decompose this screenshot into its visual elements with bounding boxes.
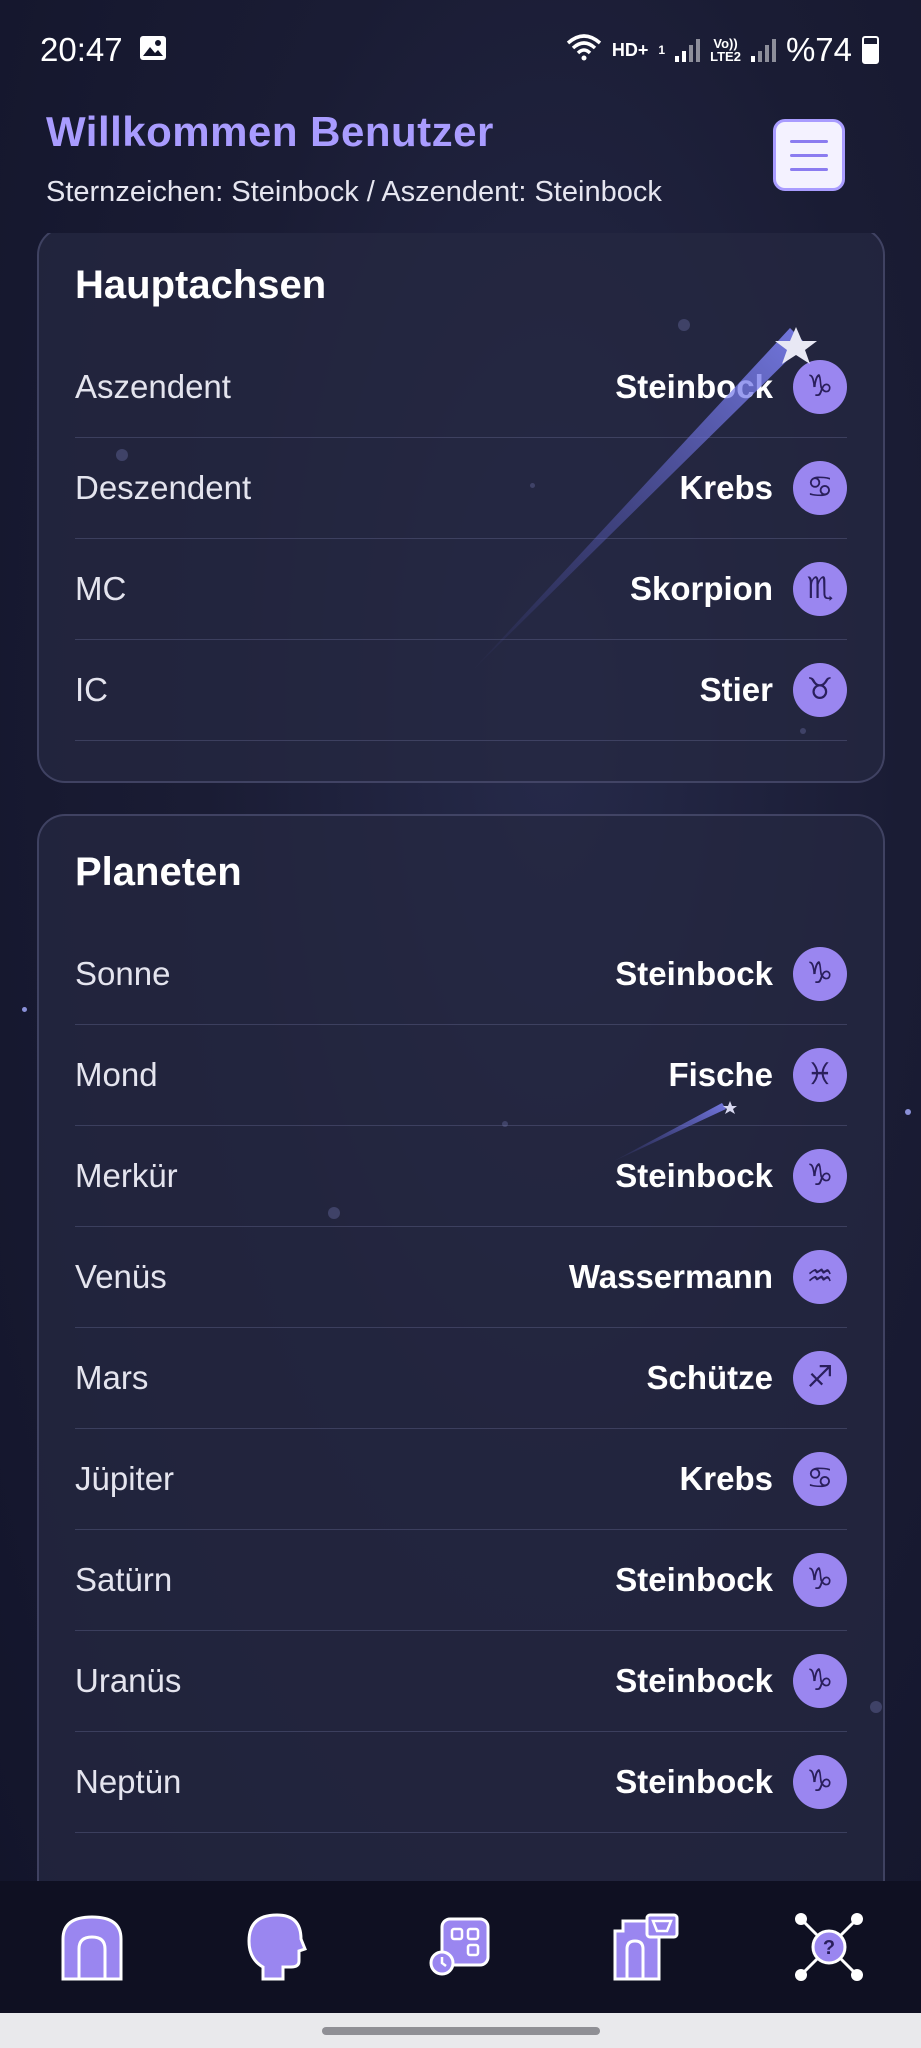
svg-text:?: ?: [823, 1937, 835, 1959]
status-time: 20:47: [40, 31, 123, 68]
shooting-star-decoration: [470, 327, 817, 1163]
battery-percent: %74: [785, 31, 852, 68]
battery-icon: [862, 36, 879, 64]
signal-strength-icon: [675, 38, 701, 62]
gallery-notification-icon: [139, 31, 167, 69]
signal-strength-2-icon: [750, 38, 776, 62]
bottom-navigation: ?: [0, 1881, 921, 2013]
volte-indicator: Vo)) LTE2: [710, 36, 741, 64]
nav-shop[interactable]: [600, 1902, 690, 1992]
hamburger-icon: [790, 139, 828, 143]
wifi-icon: [566, 31, 602, 69]
network-help-icon: ?: [794, 1913, 863, 1981]
page-subtitle: Sternzeichen: Steinbock / Aszendent: Ste…: [46, 176, 662, 208]
nav-profile[interactable]: [231, 1902, 321, 1992]
nav-home[interactable]: [47, 1902, 137, 1992]
shop-icon: [613, 1913, 679, 1981]
header: Willkommen Benutzer Sternzeichen: Steinb…: [46, 108, 866, 209]
hamburger-line: [790, 167, 828, 171]
nav-apps[interactable]: [415, 1902, 505, 1992]
menu-button[interactable]: [773, 119, 845, 191]
hamburger-line: [790, 153, 828, 157]
sim-index-label: 1: [658, 43, 666, 57]
system-home-bar: [0, 2013, 921, 2048]
status-bar: 20:47 HD+ 1 Vo)) LTE2 %74: [0, 0, 921, 100]
head-profile-icon: [247, 1913, 308, 1981]
hd-plus-label: HD+: [611, 40, 649, 60]
scroll-content[interactable]: Hauptachsen Aszendent Steinbock ♑ Deszenden…: [0, 233, 921, 1881]
page-title: Willkommen Benutzer: [46, 108, 494, 155]
apps-grid-icon: [429, 1917, 490, 1976]
home-gesture-pill[interactable]: [322, 2027, 600, 2035]
nav-network[interactable]: ?: [784, 1902, 874, 1992]
home-icon: [61, 1915, 123, 1981]
